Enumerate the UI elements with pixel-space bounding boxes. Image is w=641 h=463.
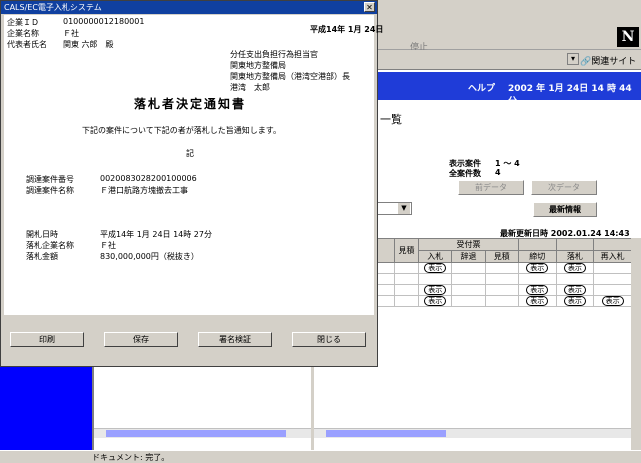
scroll-thumb[interactable]	[326, 430, 446, 437]
verify-signature-button[interactable]: 署名検証	[198, 332, 272, 347]
show-button[interactable]: 表示	[424, 285, 447, 295]
issuer-line-4: 港湾 太郎	[230, 83, 270, 92]
page-title: 一覧	[380, 113, 402, 126]
opening-date-label: 開札日時	[26, 230, 58, 239]
total-items-label: 全案件数	[449, 169, 481, 178]
company-name-value: Ｆ社	[63, 29, 79, 38]
issuer-line-2: 関東地方整備局	[230, 61, 286, 70]
address-dropdown-icon[interactable]: ▾	[567, 53, 579, 65]
header-datetime: 2002 年 1月 24日 14 時 44 分	[508, 84, 632, 107]
issuer-line-3: 関東地方整備局（港湾空港部）長	[230, 72, 350, 81]
document-title: 落札者決定通知書	[134, 97, 247, 111]
show-button[interactable]: 表示	[563, 296, 586, 306]
close-icon[interactable]: ✕	[364, 2, 375, 12]
notice-document: 企業ＩＤ 0100000012180001 企業名称 Ｆ社 代表者氏名 関東 六…	[4, 15, 383, 315]
col-blank-3	[555, 238, 595, 251]
company-id-label: 企業ＩＤ	[7, 18, 39, 27]
show-button[interactable]: 表示	[526, 285, 549, 295]
chevron-down-icon[interactable]: ▼	[398, 203, 410, 214]
latest-info-button[interactable]: 最新情報	[533, 202, 597, 217]
left-frame-blue-panel	[0, 367, 92, 450]
col-deadline: 締切	[517, 250, 557, 263]
col-group-receipt: 受付票	[418, 238, 519, 251]
procurement-name-value: Ｆ港口航路方塊撤去工事	[100, 186, 188, 195]
dialog-title: CALS/EC電子入札システム	[1, 1, 377, 14]
ki-mark: 記	[186, 149, 194, 158]
col-rebid: 再入札	[593, 250, 632, 263]
show-button[interactable]: 表示	[563, 263, 586, 273]
help-link[interactable]: ヘルプ	[468, 81, 495, 94]
col-decline: 辞退	[451, 250, 486, 263]
close-button[interactable]: 閉じる	[292, 332, 366, 347]
document-body: 下記の案件について下記の者が落札した旨通知します。	[82, 126, 281, 135]
total-items-value: 4	[495, 168, 501, 177]
issuer-line-1: 分任支出負担行為担当官	[230, 50, 318, 59]
print-button[interactable]: 印刷	[10, 332, 84, 347]
next-data-button[interactable]: 次データ	[531, 180, 597, 195]
company-id-value: 0100000012180001	[63, 17, 145, 26]
col-estimate-2: 見積	[484, 250, 519, 263]
company-name-label: 企業名称	[7, 29, 39, 38]
col-estimate: 見積	[393, 238, 420, 263]
procurement-no-value: 0020083028200100006	[100, 174, 197, 183]
related-sites-label: 関連サイト	[591, 57, 637, 67]
rep-value: 関東 六郎 殿	[63, 40, 114, 49]
winner-value: Ｆ社	[100, 241, 116, 250]
save-button[interactable]: 保存	[104, 332, 178, 347]
procurement-no-label: 調達案件番号	[26, 175, 74, 184]
rep-label: 代表者氏名	[7, 40, 47, 49]
amount-value: 830,000,000円（税抜き）	[100, 252, 199, 261]
horizontal-scrollbar-left[interactable]	[94, 428, 311, 438]
show-button[interactable]: 表示	[601, 296, 624, 306]
show-button[interactable]: 表示	[563, 285, 586, 295]
col-blank-2	[517, 238, 557, 251]
related-sites-link[interactable]: 🔗関連サイト	[580, 54, 636, 67]
amount-label: 落札金額	[26, 252, 58, 261]
show-button[interactable]: 表示	[424, 296, 447, 306]
winner-label: 落札企業名称	[26, 241, 74, 250]
show-button[interactable]: 表示	[424, 263, 447, 273]
status-text: ドキュメント: 完了。	[92, 453, 170, 462]
vertical-scrollbar[interactable]	[631, 238, 641, 450]
opening-date-value: 平成14年 1月 24日 14時 27分	[100, 230, 212, 239]
notice-date: 平成14年 1月 24日	[310, 25, 384, 34]
browser-logo: N	[617, 27, 639, 47]
prev-data-button[interactable]: 前データ	[458, 180, 524, 195]
show-button[interactable]: 表示	[526, 263, 549, 273]
col-award: 落札	[555, 250, 595, 263]
col-bid: 入札	[418, 250, 453, 263]
scroll-thumb[interactable]	[106, 430, 286, 437]
procurement-name-label: 調達案件名称	[26, 186, 74, 195]
show-button[interactable]: 表示	[526, 296, 549, 306]
horizontal-scrollbar-right[interactable]	[314, 428, 631, 438]
col-blank-4	[593, 238, 632, 251]
